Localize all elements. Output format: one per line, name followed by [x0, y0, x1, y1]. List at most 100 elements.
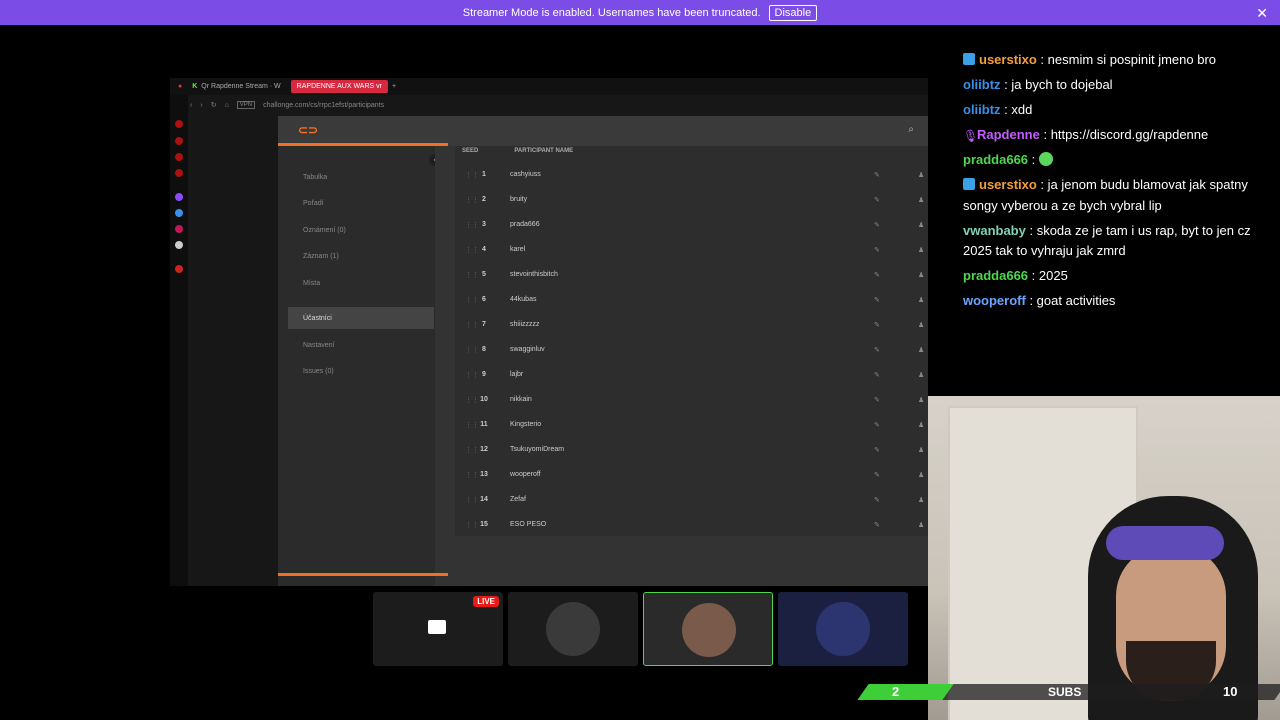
seed-number: 7 — [482, 321, 486, 328]
table-row[interactable]: ⋮⋮ 8 swagginluv ✎ ♟ — [455, 337, 928, 362]
user-icon[interactable]: ♟ — [918, 446, 924, 454]
nav-item-ucastnici[interactable]: Účastníci — [288, 307, 434, 329]
nav-item-tabulka[interactable]: Tabulka — [288, 166, 434, 188]
challonge-logo-icon[interactable]: ⊂⊃ — [298, 123, 320, 137]
edit-icon[interactable]: ✎ — [874, 496, 880, 504]
edit-icon[interactable]: ✎ — [874, 371, 880, 379]
instagram-icon[interactable] — [175, 225, 183, 233]
participant-name: ESO PESO — [510, 521, 547, 528]
table-row[interactable]: ⋮⋮ 9 lajbr ✎ ♟ — [455, 362, 928, 387]
home-icon[interactable]: ⌂ — [225, 102, 229, 109]
tile-participant-active[interactable] — [643, 592, 773, 666]
edit-icon[interactable]: ✎ — [874, 421, 880, 429]
chat-message: oliibtz : xdd — [963, 102, 1033, 117]
table-row[interactable]: ⋮⋮ 5 stevointhisbitch ✎ ♟ — [455, 262, 928, 287]
chat-message: pradda666 : — [963, 150, 1280, 171]
user-icon[interactable]: ♟ — [918, 271, 924, 279]
edit-icon[interactable]: ✎ — [874, 246, 880, 254]
table-row[interactable]: ⋮⋮ 2 bruity ✎ ♟ — [455, 187, 928, 212]
sidebar-icon[interactable] — [175, 137, 183, 145]
edit-icon[interactable]: ✎ — [874, 171, 880, 179]
user-icon[interactable]: ♟ — [918, 171, 924, 179]
table-row[interactable]: ⋮⋮ 14 Zefaf ✎ ♟ — [455, 487, 928, 512]
participants-table: SEED PARTICIPANT NAME ⋮⋮ 1 cashyiuss ✎ ♟ ⋮⋮ 2 b… — [455, 146, 928, 536]
close-icon[interactable]: ✕ — [1256, 5, 1268, 22]
user-icon[interactable]: ♟ — [918, 396, 924, 404]
sidebar-icon[interactable] — [175, 153, 183, 161]
table-row[interactable]: ⋮⋮ 12 TsukuyomiDream ✎ ♟ — [455, 437, 928, 462]
x-icon[interactable] — [175, 241, 183, 249]
user-icon[interactable]: ♟ — [918, 346, 924, 354]
user-icon[interactable]: ♟ — [918, 496, 924, 504]
user-icon[interactable]: ♟ — [918, 246, 924, 254]
chat-username[interactable]: Rapdenne — [977, 127, 1040, 142]
nav-item-zaznam[interactable]: Záznam (1) — [288, 245, 434, 267]
chat-username[interactable]: oliibtz — [963, 102, 1001, 117]
user-icon[interactable]: ♟ — [918, 221, 924, 229]
vpn-badge[interactable]: VPN — [236, 101, 256, 109]
edit-icon[interactable]: ✎ — [874, 346, 880, 354]
user-icon[interactable]: ♟ — [918, 321, 924, 329]
nav-item-poradi[interactable]: Pořadí — [288, 192, 434, 214]
url-text[interactable]: challonge.com/cs/rrpc1efst/participants — [263, 102, 384, 109]
nav-item-nastaveni[interactable]: Nastavení — [288, 334, 434, 356]
table-row[interactable]: ⋮⋮ 6 44kubas ✎ ♟ — [455, 287, 928, 312]
tab-stream[interactable]: K Qr Rapdenne Stream · W — [186, 80, 286, 93]
participant-name: 44kubas — [510, 296, 537, 303]
search-icon[interactable]: ⌕ — [908, 124, 914, 135]
address-bar[interactable]: ‹ › ↻ ⌂ VPN challonge.com/cs/rrpc1efst/p… — [190, 97, 928, 113]
nav-item-mista[interactable]: Místa — [288, 272, 434, 294]
tile-participant[interactable] — [778, 592, 908, 666]
nav-item-issues[interactable]: Issues (0) — [288, 360, 434, 382]
table-row[interactable]: ⋮⋮ 3 prada666 ✎ ♟ — [455, 212, 928, 237]
edit-icon[interactable]: ✎ — [874, 471, 880, 479]
chat-username[interactable]: oliibtz — [963, 77, 1001, 92]
table-row[interactable]: ⋮⋮ 10 nikkain ✎ ♟ — [455, 387, 928, 412]
user-icon[interactable]: ♟ — [918, 471, 924, 479]
tab-challonge[interactable]: RAPDENNE AUX WARS vr — [290, 80, 388, 93]
table-row[interactable]: ⋮⋮ 11 Kingsterio ✎ ♟ — [455, 412, 928, 437]
sidebar-icon[interactable] — [175, 265, 183, 273]
back-icon[interactable]: ‹ — [190, 102, 192, 109]
disable-button[interactable]: Disable — [768, 4, 818, 21]
user-icon[interactable]: ♟ — [918, 296, 924, 304]
table-row[interactable]: ⋮⋮ 13 wooperoff ✎ ♟ — [455, 462, 928, 487]
app-header: ⊂⊃ ⌕ — [278, 116, 928, 146]
chat-username[interactable]: vwanbaby — [963, 223, 1026, 238]
messenger-icon[interactable] — [175, 209, 183, 217]
sidebar-icon[interactable] — [175, 169, 183, 177]
forward-icon[interactable]: › — [200, 102, 202, 109]
edit-icon[interactable]: ✎ — [874, 321, 880, 329]
nav-item-oznameni[interactable]: Oznámení (0) — [288, 219, 434, 241]
chat-username[interactable]: userstixo — [979, 52, 1037, 67]
browser-sidebar — [170, 95, 188, 586]
chat-username[interactable]: pradda666 — [963, 268, 1028, 283]
tile-participant[interactable] — [508, 592, 638, 666]
edit-icon[interactable]: ✎ — [874, 296, 880, 304]
avatar — [816, 602, 870, 656]
edit-icon[interactable]: ✎ — [874, 446, 880, 454]
twitch-icon[interactable] — [175, 193, 183, 201]
edit-icon[interactable]: ✎ — [874, 396, 880, 404]
table-row[interactable]: ⋮⋮ 4 karel ✎ ♟ — [455, 237, 928, 262]
user-icon[interactable]: ♟ — [918, 196, 924, 204]
chat-username[interactable]: userstixo — [979, 177, 1037, 192]
chat-username[interactable]: pradda666 — [963, 152, 1028, 167]
edit-icon[interactable]: ✎ — [874, 196, 880, 204]
user-icon[interactable]: ♟ — [918, 421, 924, 429]
chat-username[interactable]: wooperoff — [963, 293, 1026, 308]
new-tab-icon[interactable]: + — [392, 83, 396, 90]
edit-icon[interactable]: ✎ — [874, 271, 880, 279]
edit-icon[interactable]: ✎ — [874, 521, 880, 529]
edit-icon[interactable]: ✎ — [874, 221, 880, 229]
tile-screen-share[interactable]: LIVE — [373, 592, 503, 666]
reload-icon[interactable]: ↻ — [211, 101, 217, 109]
participant-name: shiiizzzzz — [510, 321, 540, 328]
sidebar-icon[interactable] — [175, 120, 183, 128]
table-row[interactable]: ⋮⋮ 1 cashyiuss ✎ ♟ — [455, 162, 928, 187]
table-row[interactable]: ⋮⋮ 15 ESO PESO ✎ ♟ — [455, 512, 928, 537]
user-icon[interactable]: ♟ — [918, 521, 924, 529]
user-icon[interactable]: ♟ — [918, 371, 924, 379]
table-row[interactable]: ⋮⋮ 7 shiiizzzzz ✎ ♟ — [455, 312, 928, 337]
subs-goal-bar: 2 SUBS 10 — [855, 682, 1280, 702]
